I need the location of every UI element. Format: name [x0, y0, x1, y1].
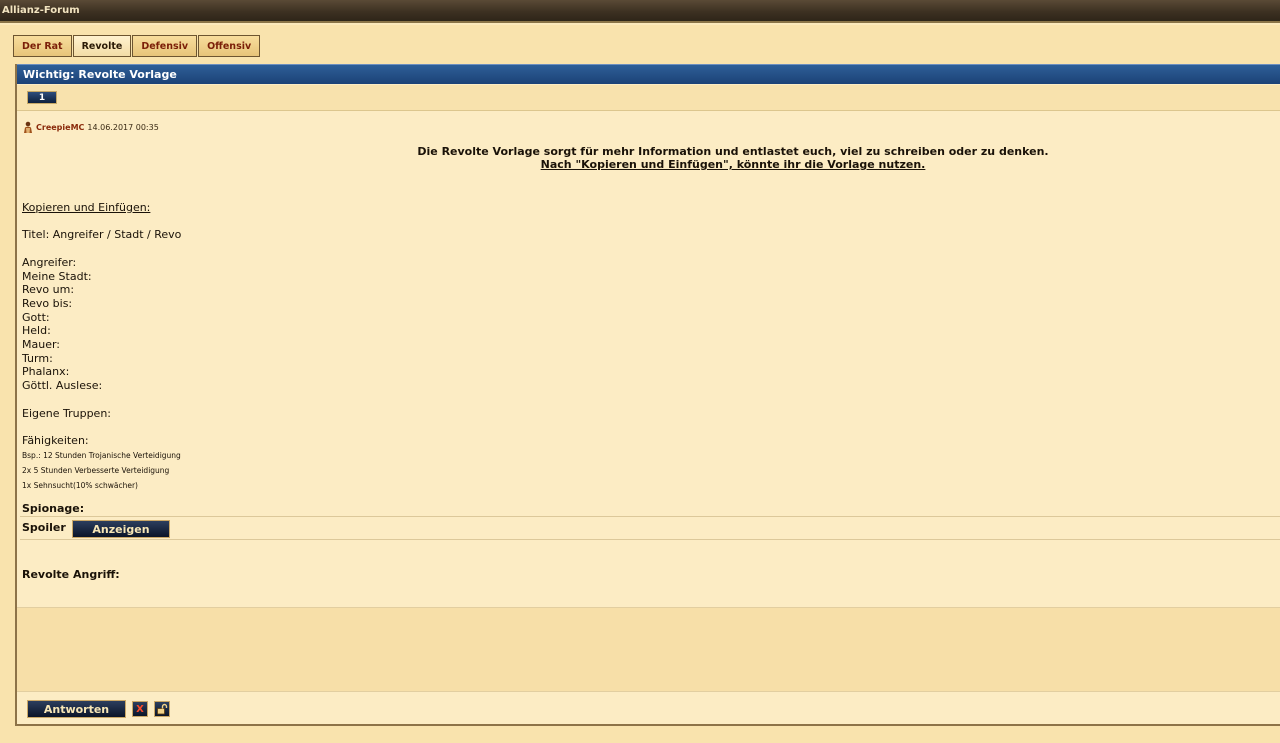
forum-tabs: Der Rat Revolte Defensiv Offensiv	[13, 35, 261, 57]
thread-title: Wichtig: Revolte Vorlage	[23, 68, 177, 81]
thread-panel: Wichtig: Revolte Vorlage 1 CreepieMC 14.…	[15, 64, 1280, 726]
abilities-label: Fähigkeiten:	[22, 433, 89, 447]
field-held: Held:	[22, 324, 51, 338]
field-angreifer: Angreifer:	[22, 255, 77, 269]
own-troops-label: Eigene Truppen:	[22, 406, 111, 420]
reply-button[interactable]: Antworten	[27, 700, 126, 718]
tab-defensiv[interactable]: Defensiv	[132, 35, 198, 57]
field-phalanx: Phalanx:	[22, 365, 70, 379]
window-titlebar: Allianz-Forum	[0, 0, 1280, 23]
unlock-icon[interactable]	[154, 701, 170, 717]
footer-divider	[17, 691, 1280, 692]
post-author[interactable]: CreepieMC	[36, 123, 84, 132]
page-button-1[interactable]: 1	[27, 91, 57, 104]
tab-revolte[interactable]: Revolte	[72, 35, 132, 57]
close-icon[interactable]: X	[132, 701, 148, 717]
intro-line-1: Die Revolte Vorlage sorgt für mehr Infor…	[417, 145, 1049, 158]
lock-open-icon	[157, 703, 168, 715]
post-intro: Die Revolte Vorlage sorgt für mehr Infor…	[17, 145, 1280, 171]
post-body: Kopieren und Einfügen: Titel: Angreifer …	[22, 201, 181, 493]
player-icon	[24, 121, 32, 133]
copy-heading: Kopieren und Einfügen:	[22, 201, 151, 214]
forum-frame: Der Rat Revolte Defensiv Offensiv Wichti…	[0, 25, 1280, 743]
tab-offensiv[interactable]: Offensiv	[198, 35, 261, 57]
field-revo-um: Revo um:	[22, 283, 75, 297]
template-title: Titel: Angreifer / Stadt / Revo	[22, 228, 182, 242]
revolt-attack-label: Revolte Angriff:	[22, 568, 120, 581]
post-meta: CreepieMC 14.06.2017 00:35	[23, 121, 159, 133]
reply-area	[17, 608, 1280, 692]
spoiler-show-button[interactable]: Anzeigen	[72, 520, 170, 538]
field-gott: Gott:	[22, 310, 50, 324]
post-date: 14.06.2017 00:35	[87, 122, 159, 132]
intro-line-2: Nach "Kopieren und Einfügen", könnte ihr…	[540, 158, 926, 171]
spoiler-box: Spoiler Anzeigen	[20, 516, 1280, 540]
pagination-bar: 1	[17, 85, 1280, 111]
field-turm: Turm:	[22, 351, 53, 365]
field-mauer: Mauer:	[22, 338, 61, 352]
tab-der-rat[interactable]: Der Rat	[13, 35, 72, 57]
window-title: Allianz-Forum	[2, 5, 80, 16]
spoiler-label: Spoiler	[22, 521, 66, 534]
field-revo-bis: Revo bis:	[22, 296, 73, 310]
ability-example-1: Bsp.: 12 Stunden Trojanische Verteidigun…	[22, 450, 181, 460]
field-meine-stadt: Meine Stadt:	[22, 269, 92, 283]
ability-example-2: 2x 5 Stunden Verbesserte Verteidigung	[22, 465, 170, 475]
field-goettl-auslese: Göttl. Auslese:	[22, 379, 103, 393]
spionage-label: Spionage:	[22, 502, 85, 515]
ability-example-3: 1x Sehnsucht(10% schwächer)	[22, 480, 138, 490]
thread-header: Wichtig: Revolte Vorlage	[17, 64, 1280, 84]
